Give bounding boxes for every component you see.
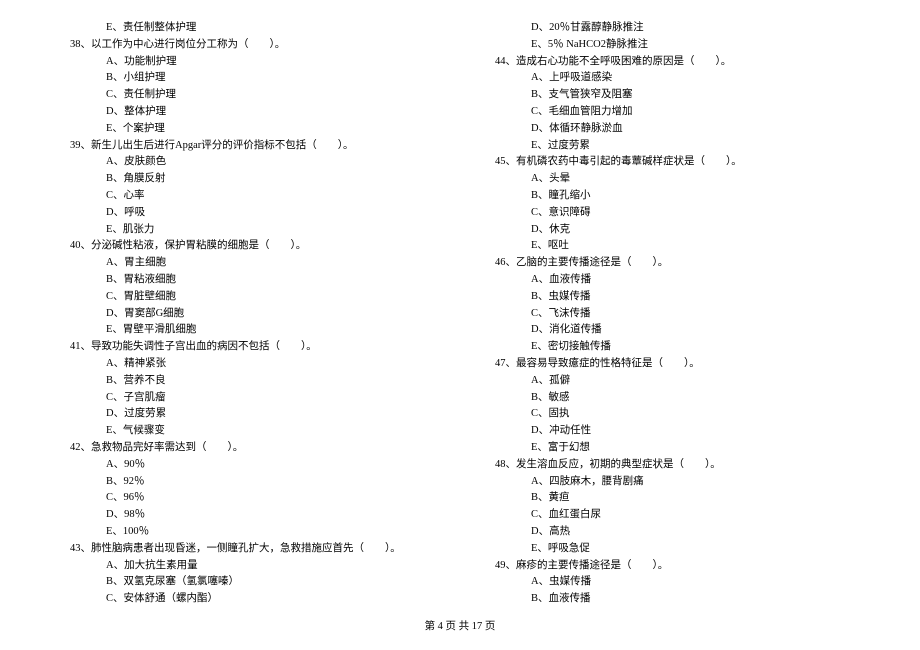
question-option: D、过度劳累 [70,406,435,423]
question-option: E、气候骤变 [70,423,435,440]
question-option: C、子宫肌瘤 [70,390,435,407]
question-stem: 40、分泌碱性粘液，保护胃粘膜的细胞是（ ）。 [70,238,435,255]
question-stem: 47、最容易导致癔症的性格特征是（ ）。 [495,356,860,373]
question-option: A、四肢麻木，腰背剧痛 [495,474,860,491]
question-option: E、肌张力 [70,222,435,239]
question-option: D、20％甘露醇静脉推注 [495,20,860,37]
question-option: C、血红蛋白尿 [495,507,860,524]
orphan-option: E、责任制整体护理 [70,20,435,37]
question-stem: 45、有机磷农药中毒引起的毒蕈碱样症状是（ ）。 [495,154,860,171]
question-option: A、精神紧张 [70,356,435,373]
question-option: E、5％ NaHCO2静脉推注 [495,37,860,54]
question-option: A、孤僻 [495,373,860,390]
question-option: B、瞳孔缩小 [495,188,860,205]
question-stem: 49、麻疹的主要传播途径是（ ）。 [495,558,860,575]
question-option: E、个案护理 [70,121,435,138]
question-stem: 48、发生溶血反应，初期的典型症状是（ ）。 [495,457,860,474]
question-option: D、胃窦部G细胞 [70,306,435,323]
question-option: D、冲动任性 [495,423,860,440]
question-option: E、呼吸急促 [495,541,860,558]
question-option: D、98％ [70,507,435,524]
question-option: B、92％ [70,474,435,491]
question-option: A、虫媒传播 [495,574,860,591]
question-stem: 44、造成右心功能不全呼吸困难的原因是（ ）。 [495,54,860,71]
question-option: B、虫媒传播 [495,289,860,306]
question-option: B、敏感 [495,390,860,407]
question-option: E、富于幻想 [495,440,860,457]
question-option: A、头晕 [495,171,860,188]
question-option: E、100％ [70,524,435,541]
page-footer: 第 4 页 共 17 页 [0,610,920,633]
question-stem: 41、导致功能失调性子宫出血的病因不包括（ ）。 [70,339,435,356]
question-option: A、上呼吸道感染 [495,70,860,87]
question-option: B、营养不良 [70,373,435,390]
question-option: C、安体舒通（螺内酯） [70,591,435,608]
question-option: C、毛细血管阻力增加 [495,104,860,121]
question-option: B、角膜反射 [70,171,435,188]
question-option: B、胃粘液细胞 [70,272,435,289]
question-option: C、飞沫传播 [495,306,860,323]
question-option: D、体循环静脉淤血 [495,121,860,138]
question-option: D、高热 [495,524,860,541]
question-option: D、呼吸 [70,205,435,222]
question-option: A、皮肤颜色 [70,154,435,171]
question-option: E、呕吐 [495,238,860,255]
question-option: A、90％ [70,457,435,474]
question-option: B、小组护理 [70,70,435,87]
question-option: C、胃脏壁细胞 [70,289,435,306]
question-container: 38、以工作为中心进行岗位分工称为（ ）。A、功能制护理B、小组护理C、责任制护… [70,20,920,610]
question-stem: 38、以工作为中心进行岗位分工称为（ ）。 [70,37,435,54]
question-option: A、血液传播 [495,272,860,289]
question-option: E、过度劳累 [495,138,860,155]
question-option: E、胃壁平滑肌细胞 [70,322,435,339]
question-option: D、休克 [495,222,860,239]
question-option: C、96％ [70,490,435,507]
question-stem: 46、乙脑的主要传播途径是（ ）。 [495,255,860,272]
question-option: B、支气管狭窄及阻塞 [495,87,860,104]
question-option: C、意识障碍 [495,205,860,222]
question-option: E、密切接触传播 [495,339,860,356]
question-option: C、固执 [495,406,860,423]
question-option: C、责任制护理 [70,87,435,104]
question-option: A、加大抗生素用量 [70,558,435,575]
question-stem: 39、新生儿出生后进行Apgar评分的评价指标不包括（ ）。 [70,138,435,155]
exam-page: E、责任制整体护理 38、以工作为中心进行岗位分工称为（ ）。A、功能制护理B、… [0,0,920,610]
question-option: D、整体护理 [70,104,435,121]
question-option: B、黄疸 [495,490,860,507]
question-stem: 42、急救物品完好率需达到（ ）。 [70,440,435,457]
question-option: D、消化道传播 [495,322,860,339]
question-option: A、功能制护理 [70,54,435,71]
question-option: B、血液传播 [495,591,860,608]
question-stem: 43、肺性脑病患者出现昏迷，一侧瞳孔扩大，急救措施应首先（ ）。 [70,541,435,558]
question-option: C、心率 [70,188,435,205]
question-option: A、胃主细胞 [70,255,435,272]
question-option: B、双氢克尿塞（氢氯噻嗪） [70,574,435,591]
